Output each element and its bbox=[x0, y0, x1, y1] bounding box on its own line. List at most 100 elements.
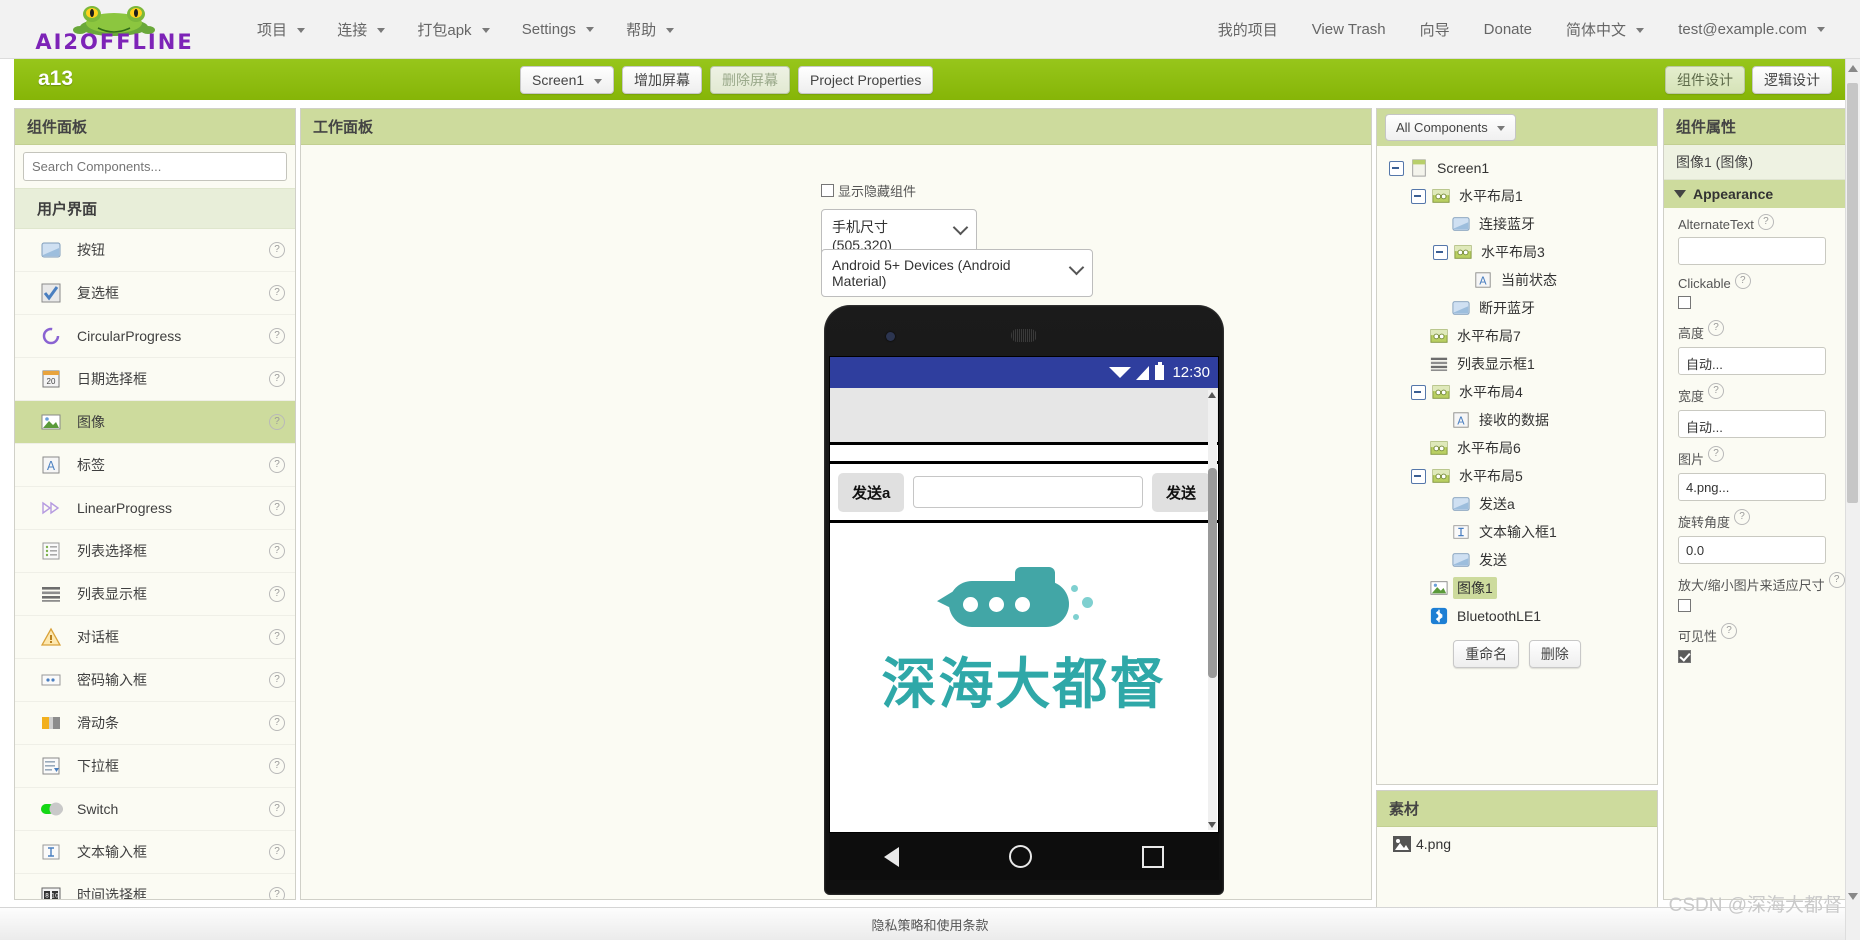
help-icon[interactable]: ? bbox=[269, 500, 285, 516]
send-button[interactable]: 发送 bbox=[1151, 472, 1210, 512]
property-text-input[interactable]: 0.0 bbox=[1678, 536, 1826, 564]
menu-item-connect[interactable]: 连接 bbox=[321, 13, 401, 46]
menu-item-help[interactable]: 帮助 bbox=[610, 13, 690, 46]
help-icon[interactable]: ? bbox=[269, 414, 285, 430]
palette-item-2[interactable]: 复选框? bbox=[15, 272, 295, 315]
palette-item-15[interactable]: 文本输入框? bbox=[15, 831, 295, 874]
nav-my-projects[interactable]: 我的项目 bbox=[1201, 13, 1295, 46]
help-icon[interactable]: ? bbox=[269, 629, 285, 645]
help-icon[interactable]: ? bbox=[269, 457, 285, 473]
help-icon[interactable]: ? bbox=[269, 586, 285, 602]
harrangement-placeholder-mid[interactable] bbox=[830, 445, 1218, 464]
help-icon[interactable]: ? bbox=[269, 543, 285, 559]
palette-item-16[interactable]: 8 10 时间选择框? bbox=[15, 874, 295, 899]
tree-node-5[interactable]: A 当前状态 bbox=[1377, 266, 1657, 294]
palette-item-7[interactable]: LinearProgress? bbox=[15, 487, 295, 530]
palette-item-14[interactable]: Switch? bbox=[15, 788, 295, 831]
property-checkbox[interactable] bbox=[1678, 599, 1691, 612]
help-icon[interactable]: ? bbox=[269, 887, 285, 899]
help-icon[interactable]: ? bbox=[269, 672, 285, 688]
palette-item-11[interactable]: 密码输入框? bbox=[15, 659, 295, 702]
tree-node-12[interactable]: 水平布局5 bbox=[1377, 462, 1657, 490]
palette-item-13[interactable]: 下拉框? bbox=[15, 745, 295, 788]
tree-node-9[interactable]: 水平布局4 bbox=[1377, 378, 1657, 406]
message-textbox[interactable] bbox=[913, 476, 1143, 508]
rename-button[interactable]: 重命名 bbox=[1453, 640, 1520, 668]
tree-collapse-icon[interactable] bbox=[1389, 160, 1404, 176]
menu-item-settings[interactable]: Settings bbox=[506, 15, 610, 44]
tab-blocks[interactable]: 逻辑设计 bbox=[1752, 66, 1832, 94]
back-triangle-icon[interactable] bbox=[884, 846, 899, 867]
scroll-down-arrow-icon[interactable] bbox=[1208, 822, 1216, 828]
tree-node-17[interactable]: BluetoothLE1 bbox=[1377, 602, 1657, 630]
window-scrollbar[interactable] bbox=[1845, 59, 1860, 940]
scroll-up-arrow-icon[interactable] bbox=[1208, 392, 1216, 398]
menu-item-project[interactable]: 项目 bbox=[241, 13, 321, 46]
tree-node-1[interactable]: Screen1 bbox=[1377, 154, 1657, 182]
harrangement-send-row[interactable]: 发送a 发送 bbox=[830, 464, 1218, 523]
privacy-terms-link[interactable]: 隐私策略和使用条款 bbox=[871, 918, 988, 933]
search-input[interactable] bbox=[23, 152, 287, 181]
menu-item-build-apk[interactable]: 打包apk bbox=[401, 13, 505, 46]
nav-account[interactable]: test@example.com bbox=[1661, 15, 1842, 44]
property-text-input[interactable]: 自动... bbox=[1678, 347, 1826, 375]
property-checkbox[interactable] bbox=[1678, 296, 1691, 309]
help-icon[interactable]: ? bbox=[1708, 446, 1725, 462]
property-text-input[interactable]: 4.png... bbox=[1678, 473, 1826, 501]
phone-screen-scrollbar[interactable] bbox=[1208, 390, 1217, 830]
help-icon[interactable]: ? bbox=[269, 758, 285, 774]
help-icon[interactable]: ? bbox=[269, 285, 285, 301]
tree-node-6[interactable]: 断开蓝牙 bbox=[1377, 294, 1657, 322]
project-properties-button[interactable]: Project Properties bbox=[798, 66, 934, 94]
palette-item-1[interactable]: 按钮? bbox=[15, 229, 295, 272]
help-icon[interactable]: ? bbox=[1708, 320, 1725, 336]
help-icon[interactable]: ? bbox=[269, 242, 285, 258]
property-text-input[interactable]: 自动... bbox=[1678, 410, 1826, 438]
phone-screen[interactable]: 12:30 发送a 发送 深海大都督 bbox=[829, 356, 1219, 833]
palette-item-6[interactable]: A 标签? bbox=[15, 444, 295, 487]
help-icon[interactable]: ? bbox=[1828, 572, 1845, 588]
nav-language[interactable]: 简体中文 bbox=[1549, 13, 1661, 46]
palette-item-3[interactable]: CircularProgress? bbox=[15, 315, 295, 358]
help-icon[interactable]: ? bbox=[269, 844, 285, 860]
help-icon[interactable]: ? bbox=[269, 328, 285, 344]
send-a-button[interactable]: 发送a bbox=[838, 472, 905, 512]
tree-node-14[interactable]: 文本输入框1 bbox=[1377, 518, 1657, 546]
help-icon[interactable]: ? bbox=[1734, 509, 1751, 525]
palette-item-10[interactable]: 对话框? bbox=[15, 616, 295, 659]
tree-node-8[interactable]: 列表显示框1 bbox=[1377, 350, 1657, 378]
tree-collapse-icon[interactable] bbox=[1433, 244, 1448, 260]
tree-node-4[interactable]: 水平布局3 bbox=[1377, 238, 1657, 266]
tree-node-13[interactable]: 发送a bbox=[1377, 490, 1657, 518]
scroll-thumb[interactable] bbox=[1847, 83, 1858, 503]
harrangement-placeholder-top[interactable] bbox=[830, 388, 1218, 445]
tree-node-10[interactable]: A 接收的数据 bbox=[1377, 406, 1657, 434]
image-component-preview[interactable]: 深海大都督 bbox=[830, 523, 1218, 719]
media-item[interactable]: 4.png bbox=[1377, 827, 1657, 852]
nav-donate[interactable]: Donate bbox=[1467, 15, 1549, 44]
tree-collapse-icon[interactable] bbox=[1411, 468, 1426, 484]
palette-item-8[interactable]: 列表选择框? bbox=[15, 530, 295, 573]
tree-node-3[interactable]: 连接蓝牙 bbox=[1377, 210, 1657, 238]
help-icon[interactable]: ? bbox=[269, 801, 285, 817]
tree-node-11[interactable]: 水平布局6 bbox=[1377, 434, 1657, 462]
recents-square-icon[interactable] bbox=[1142, 845, 1164, 868]
help-icon[interactable]: ? bbox=[1708, 383, 1725, 399]
help-icon[interactable]: ? bbox=[1721, 623, 1738, 639]
tree-collapse-icon[interactable] bbox=[1411, 188, 1426, 204]
show-hidden-checkbox[interactable] bbox=[821, 184, 834, 197]
tree-node-7[interactable]: 水平布局7 bbox=[1377, 322, 1657, 350]
add-screen-button[interactable]: 增加屏幕 bbox=[622, 66, 703, 94]
property-text-input[interactable] bbox=[1678, 237, 1826, 265]
theme-select[interactable]: Android 5+ Devices (Android Material) bbox=[821, 249, 1093, 297]
help-icon[interactable]: ? bbox=[269, 715, 285, 731]
show-hidden-components-toggle[interactable]: 显示隐藏组件 bbox=[821, 181, 916, 200]
nav-guide[interactable]: 向导 bbox=[1403, 13, 1467, 46]
tab-designer[interactable]: 组件设计 bbox=[1665, 66, 1745, 94]
help-icon[interactable]: ? bbox=[1757, 214, 1774, 230]
palette-item-4[interactable]: 20 日期选择框? bbox=[15, 358, 295, 401]
help-icon[interactable]: ? bbox=[1734, 273, 1751, 289]
palette-item-12[interactable]: 滑动条? bbox=[15, 702, 295, 745]
scroll-thumb[interactable] bbox=[1208, 468, 1217, 678]
brand-logo[interactable]: AI2OFFLINE bbox=[22, 2, 207, 56]
